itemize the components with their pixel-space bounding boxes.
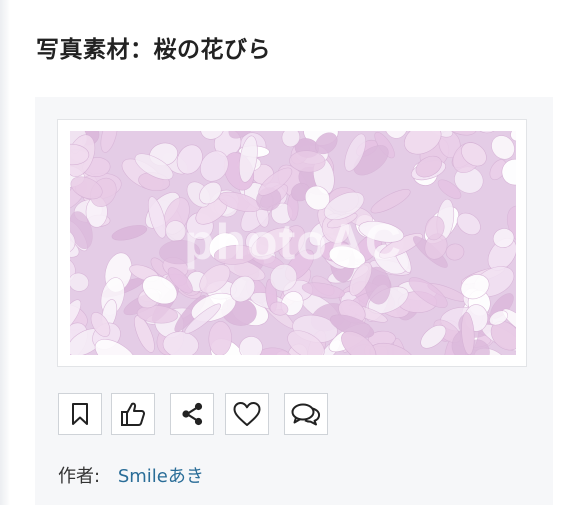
cherry-petals-photo[interactable]: photoAC: [70, 131, 516, 355]
comment-icon: [291, 403, 321, 426]
bookmark-icon: [72, 403, 88, 425]
comment-button[interactable]: [284, 393, 328, 435]
page-left-edge: [0, 0, 10, 505]
author-name-link[interactable]: Smileあき: [118, 466, 204, 487]
thumbs-up-icon: [121, 402, 146, 426]
photo-card: photoAC 作者: Smileあき: [35, 97, 553, 505]
like-button[interactable]: [111, 393, 155, 435]
share-icon: [182, 402, 203, 426]
author-label: 作者:: [58, 466, 101, 487]
page-title: 写真素材：桜の花びら: [36, 37, 271, 63]
photoac-watermark: photoAC: [183, 214, 403, 270]
share-button[interactable]: [170, 393, 214, 435]
author-line: 作者: Smileあき: [58, 462, 204, 488]
bookmark-button[interactable]: [58, 393, 102, 435]
heart-icon: [233, 402, 261, 426]
favorite-button[interactable]: [225, 393, 269, 435]
photo-frame: photoAC: [57, 119, 527, 367]
page: 写真素材：桜の花びら photoAC 作者: Smileあき: [0, 0, 586, 505]
